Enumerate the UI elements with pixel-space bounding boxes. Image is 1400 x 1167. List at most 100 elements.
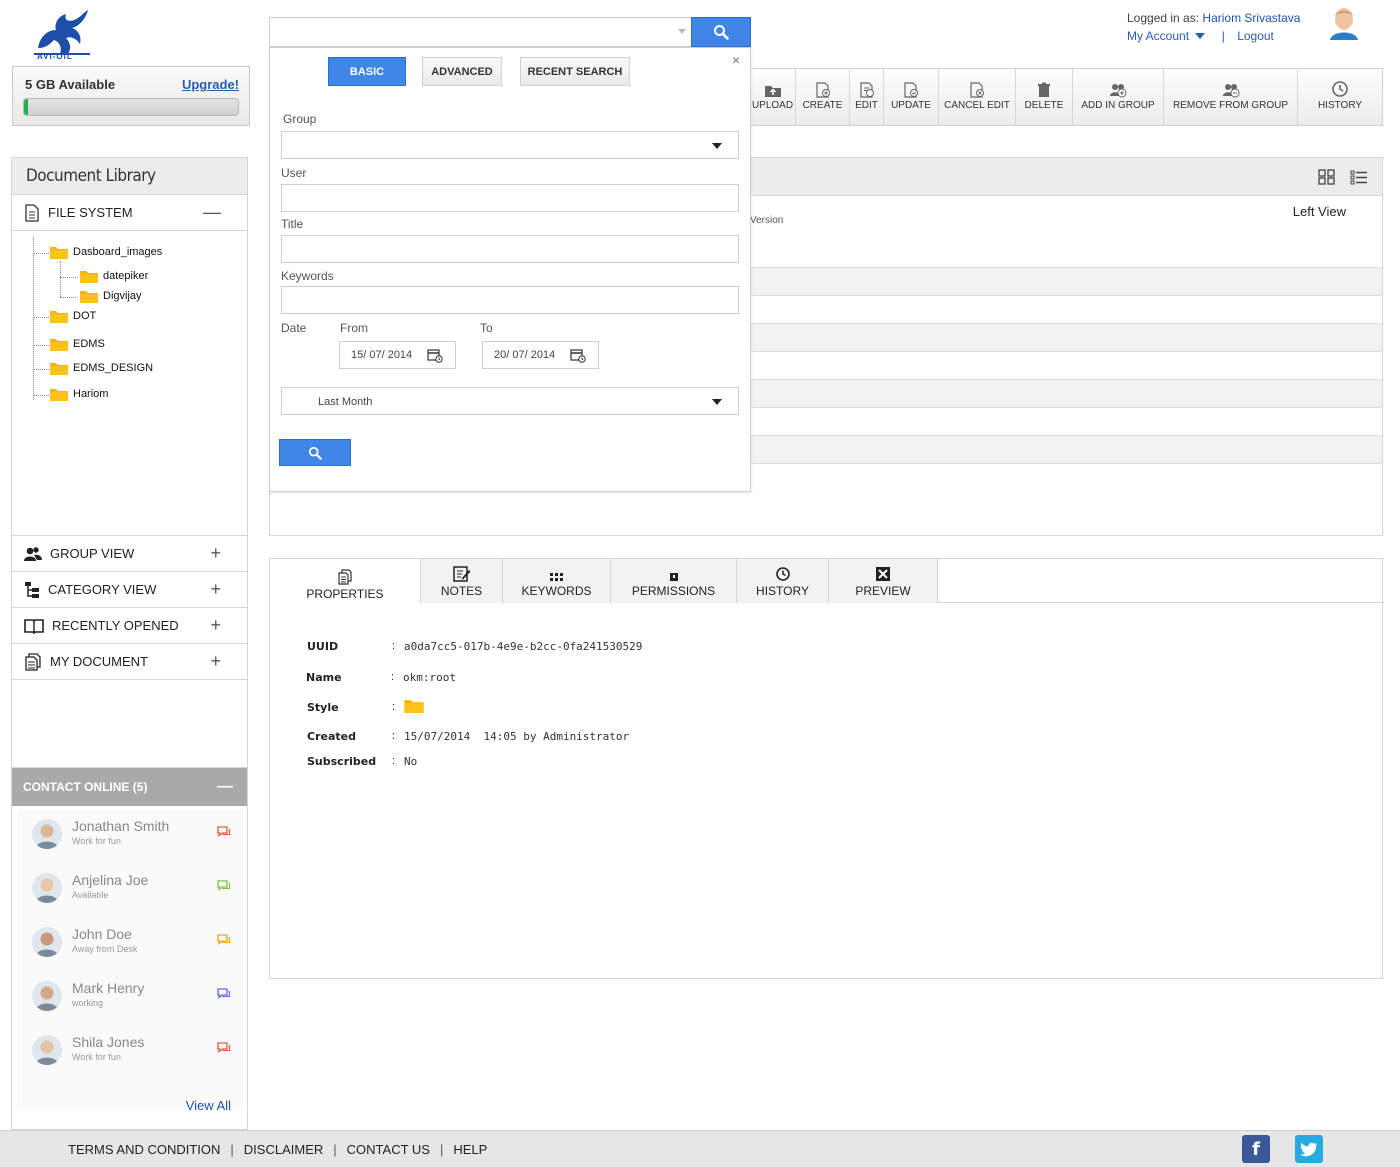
footer-link-terms[interactable]: TERMS AND CONDITION <box>68 1142 220 1157</box>
tree-node-dasboard-images[interactable]: Dasboard_images <box>50 245 162 259</box>
my-document-header[interactable]: MY DOCUMENT + <box>12 644 247 680</box>
chat-icon[interactable] <box>217 1042 231 1054</box>
calendar-icon[interactable] <box>570 348 586 363</box>
tab-preview[interactable]: PREVIEW <box>829 559 938 603</box>
upgrade-link[interactable]: Upgrade! <box>182 77 239 92</box>
tree-node-edms-design[interactable]: EDMS_DESIGN <box>50 361 153 375</box>
tree-node-datepiker[interactable]: datepiker <box>80 269 148 283</box>
upload-button[interactable]: UPLOAD <box>750 69 796 125</box>
expand-icon[interactable]: + <box>210 616 221 634</box>
list-view-icon[interactable] <box>1350 169 1368 185</box>
history-button[interactable]: HISTORY <box>1298 69 1382 125</box>
cancel-edit-button[interactable]: CANCEL EDIT <box>939 69 1016 125</box>
file-tree: Dasboard_images datepiker Digvijay DOT E… <box>12 231 247 536</box>
group-view-header[interactable]: GROUP VIEW + <box>12 536 247 572</box>
user-avatar[interactable] <box>1328 6 1360 40</box>
twitter-icon[interactable] <box>1295 1135 1323 1163</box>
chat-icon[interactable] <box>217 988 231 1000</box>
contact-item[interactable]: Mark Henry working <box>12 968 247 1022</box>
version-column-header[interactable]: Version <box>750 215 783 226</box>
avatar[interactable] <box>32 819 62 849</box>
collapse-icon[interactable]: — <box>203 203 221 221</box>
contact-online-header[interactable]: CONTACT ONLINE (5) — <box>12 768 247 806</box>
contact-list: Jonathan Smith Work for fun Anjelina Joe Av… <box>12 806 247 1076</box>
search-icon <box>308 446 322 460</box>
notes-icon <box>452 566 470 582</box>
tab-notes[interactable]: NOTES <box>421 559 503 603</box>
storage-progress-fill <box>24 99 29 115</box>
tab-permissions[interactable]: PERMISSIONS <box>611 559 737 603</box>
expand-icon[interactable]: + <box>210 580 221 598</box>
from-date-value: 15/ 07/ 2014 <box>351 349 413 361</box>
chat-icon[interactable] <box>217 880 231 892</box>
avatar[interactable] <box>32 927 62 957</box>
search-dropdown-caret-icon[interactable] <box>678 29 686 34</box>
tab-history[interactable]: HISTORY <box>737 559 829 603</box>
footer-link-contact[interactable]: CONTACT US <box>347 1142 430 1157</box>
contact-online-title: CONTACT ONLINE (5) <box>23 780 148 794</box>
avatar[interactable] <box>32 1035 62 1065</box>
my-account-link[interactable]: My Account <box>1127 29 1189 43</box>
contact-item[interactable]: Anjelina Joe Available <box>12 860 247 914</box>
keywords-field[interactable] <box>281 286 739 314</box>
date-range-select[interactable]: Last Month <box>281 387 739 415</box>
edit-button[interactable]: EDIT <box>850 69 884 125</box>
contact-item[interactable]: Shila Jones Work for fun <box>12 1022 247 1076</box>
from-date-field[interactable]: 15/ 07/ 2014 <box>339 341 456 369</box>
grid-view-icon[interactable] <box>1318 169 1336 185</box>
user-name[interactable]: Hariom Srivastava <box>1202 11 1300 25</box>
footer-link-help[interactable]: HELP <box>453 1142 487 1157</box>
contact-item[interactable]: John Doe Away from Desk <box>12 914 247 968</box>
chevron-down-icon[interactable] <box>1195 33 1206 39</box>
recently-opened-header[interactable]: RECENTLY OPENED + <box>12 608 247 644</box>
tree-node-hariom[interactable]: Hariom <box>50 387 108 401</box>
contact-item[interactable]: Jonathan Smith Work for fun <box>12 806 247 860</box>
search-button[interactable] <box>691 17 751 47</box>
tree-guide <box>33 317 49 318</box>
delete-button[interactable]: DELETE <box>1016 69 1073 125</box>
chat-icon[interactable] <box>217 826 231 838</box>
open-book-icon <box>24 618 44 634</box>
contact-status: Work for fun <box>72 1052 121 1062</box>
avatar[interactable] <box>32 981 62 1011</box>
history-icon <box>1332 81 1348 97</box>
tree-node-edms[interactable]: EDMS <box>50 337 105 351</box>
logout-link[interactable]: Logout <box>1237 29 1274 43</box>
footer-separator: | <box>439 1142 444 1157</box>
tree-node-digvijay[interactable]: Digvijay <box>80 289 142 303</box>
collapse-icon[interactable]: — <box>217 778 233 796</box>
title-field[interactable] <box>281 235 739 263</box>
history-icon <box>775 567 790 581</box>
expand-icon[interactable]: + <box>210 544 221 562</box>
facebook-icon[interactable]: f <box>1242 1135 1270 1163</box>
tab-basic[interactable]: BASIC <box>328 57 406 86</box>
add-in-group-button[interactable]: ADD IN GROUP <box>1073 69 1164 125</box>
tree-node-dot[interactable]: DOT <box>50 309 96 323</box>
tab-keywords[interactable]: KEYWORDS <box>503 559 611 603</box>
create-button[interactable]: CREATE <box>796 69 850 125</box>
tab-advanced[interactable]: ADVANCED <box>422 57 502 86</box>
folder-icon <box>80 291 98 303</box>
expand-icon[interactable]: + <box>210 652 221 670</box>
calendar-icon[interactable] <box>427 348 443 363</box>
to-date-field[interactable]: 20/ 07/ 2014 <box>482 341 599 369</box>
view-all-contacts-link[interactable]: View All <box>186 1098 231 1113</box>
user-field[interactable] <box>281 184 739 212</box>
contact-name: Shila Jones <box>72 1034 145 1050</box>
footer-link-disclaimer[interactable]: DISCLAIMER <box>244 1142 323 1157</box>
avatar[interactable] <box>32 873 62 903</box>
close-icon[interactable]: × <box>732 52 740 68</box>
file-system-header[interactable]: FILE SYSTEM — <box>12 195 247 231</box>
tab-recent-search[interactable]: RECENT SEARCH <box>520 57 630 86</box>
group-select[interactable] <box>281 131 739 159</box>
chat-icon[interactable] <box>217 934 231 946</box>
tab-properties[interactable]: PROPERTIES <box>270 559 421 604</box>
update-button[interactable]: UPDATE <box>884 69 939 125</box>
property-row-name: Name : okm:root <box>306 671 456 684</box>
search-input[interactable] <box>269 17 692 47</box>
preview-icon <box>876 567 890 581</box>
remove-from-group-button[interactable]: REMOVE FROM GROUP <box>1164 69 1298 125</box>
advanced-search-submit-button[interactable] <box>279 439 351 466</box>
category-view-header[interactable]: CATEGORY VIEW + <box>12 572 247 608</box>
left-view-label[interactable]: Left View <box>1293 204 1346 219</box>
